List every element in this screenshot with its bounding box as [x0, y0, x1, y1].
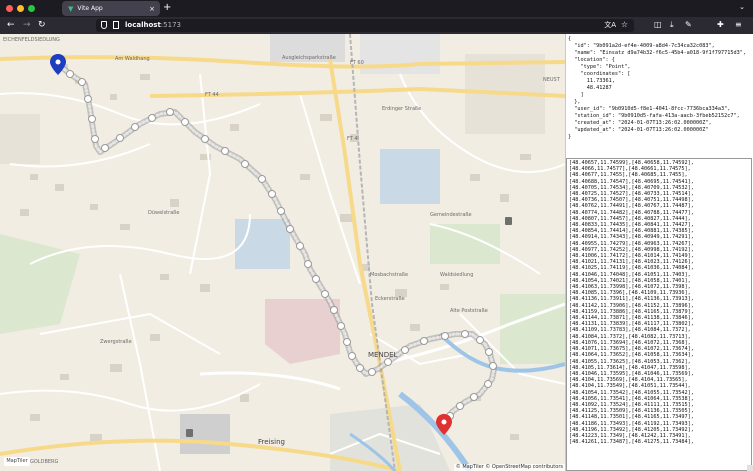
tab-strip: ▼ Vite App × + ⌄ — [0, 0, 753, 17]
new-tab-button[interactable]: + — [163, 2, 171, 14]
map-label-mosbach: Mosbachstraße — [370, 272, 409, 278]
map-view[interactable]: EICHENFELDSIEDLUNG NEUST MENDEL Freising… — [0, 34, 565, 471]
navigation-toolbar: ← → ↻ localhost:5173 文A ☆ ◫ ⤓ ✎ ■ ✚ ≡ — [0, 17, 753, 46]
tab-vite-app[interactable]: ▼ Vite App × — [62, 1, 160, 16]
textarea-resize-handle[interactable] — [747, 465, 753, 471]
map-label-ft60: FT 60 — [350, 60, 364, 66]
browser-window: ▼ Vite App × + ⌄ ← → ↻ localhost:5173 文A… — [0, 0, 753, 471]
map-label-erdinger: Erdinger Straße — [382, 106, 422, 112]
map-label-gemeinde: Gemeindestraße — [430, 212, 472, 218]
bookmark-star-icon[interactable]: ☆ — [621, 20, 628, 29]
url-host: localhost — [125, 21, 161, 29]
forward-icon[interactable]: → — [23, 19, 31, 31]
map-label-ausgleich: Ausgleichsparkstraße — [282, 55, 336, 61]
record-json: { "id": "9b091a2d-ef4e-4009-a8d4-7c34ca3… — [568, 36, 747, 140]
map-label-eichenfeldsiedlung: EICHENFELDSIEDLUNG — [3, 37, 60, 43]
map-label-ft4: FT 4 — [347, 136, 358, 142]
close-tab-icon[interactable]: × — [149, 5, 155, 13]
url-port: :5173 — [160, 21, 181, 29]
pocket-icon[interactable]: ◫ — [654, 20, 662, 30]
downloads-icon[interactable]: ⤓ — [670, 20, 674, 30]
poi-icon — [186, 429, 193, 437]
tab-title: Vite App — [77, 5, 103, 12]
map-label-waldsiedlung: Waldsiedlung — [440, 272, 474, 278]
translate-icon[interactable]: 文A — [604, 20, 616, 30]
map-label-neust: NEUST — [543, 77, 560, 83]
map-label-am-wald: Am Waldhang — [115, 56, 150, 62]
map-label-duewel: Düwelstraße — [148, 210, 180, 216]
tracking-protection-icon[interactable] — [101, 21, 107, 29]
extensions-puzzle-icon[interactable]: ✚ — [717, 20, 724, 30]
page-info-icon[interactable] — [113, 21, 119, 29]
close-window-button[interactable] — [6, 5, 13, 12]
address-bar[interactable]: localhost:5173 文A ☆ — [96, 19, 634, 32]
map-label-freising: Freising — [258, 438, 285, 446]
vue-logo-icon: ▼ — [68, 4, 74, 13]
maptiler-logo[interactable]: MapTiler — [4, 457, 30, 466]
back-icon[interactable]: ← — [7, 19, 15, 31]
data-panel: { "id": "9b091a2d-ef4e-4009-a8d4-7c34ca3… — [565, 34, 753, 471]
page-content: EICHENFELDSIEDLUNG NEUST MENDEL Freising… — [0, 34, 753, 471]
coordinates-textarea[interactable]: [48.40657,11.74599],[48.40658,11.74592],… — [566, 158, 752, 471]
map-label-ecker: Eckerstraße — [375, 296, 405, 302]
reload-icon[interactable]: ↻ — [38, 19, 46, 31]
poi-icon — [505, 217, 512, 225]
map-canvas[interactable] — [0, 34, 565, 471]
url-text[interactable]: localhost:5173 — [125, 21, 181, 29]
map-label-mendel: MENDEL — [368, 351, 398, 359]
menu-icon[interactable]: ≡ — [735, 20, 742, 30]
tools-icon[interactable]: ✎ — [685, 20, 692, 30]
list-tabs-icon[interactable]: ⌄ — [739, 3, 745, 11]
map-label-goldberg: GOLDBERG — [30, 459, 59, 465]
maximize-window-button[interactable] — [28, 5, 35, 12]
map-attribution[interactable]: © MapTiler © OpenStreetMap contributors — [453, 464, 565, 471]
map-label-alte-post: Alte Poststraße — [450, 308, 488, 314]
minimize-window-button[interactable] — [17, 5, 24, 12]
map-label-ft44: FT 44 — [205, 92, 219, 98]
map-label-zwerg: Zwergstraße — [100, 339, 132, 345]
